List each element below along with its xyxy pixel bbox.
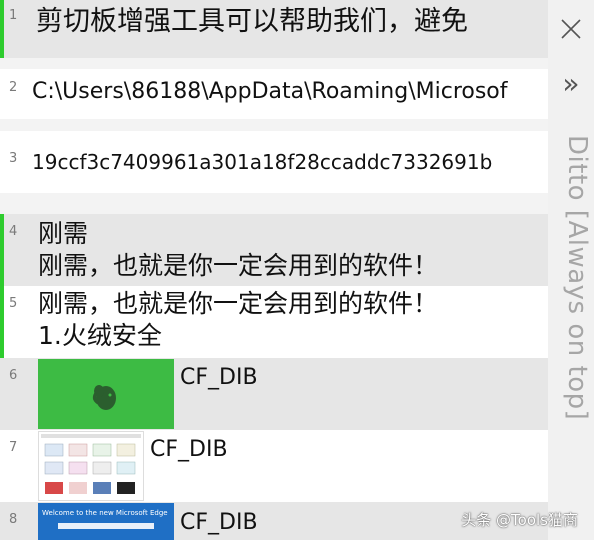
clip-format-label: CF_DIB bbox=[150, 437, 228, 462]
expand-button[interactable]: » bbox=[548, 58, 594, 108]
screenshot-preview-icon bbox=[41, 434, 141, 494]
clip-text: 19ccf3c7409961a301a18f28ccaddc7332691b bbox=[32, 150, 493, 174]
clip-row-5[interactable]: 5 刚需，也就是你一定会用到的软件！ 1.火绒安全 bbox=[0, 286, 548, 358]
clip-list: 1 剪切板增强工具可以帮助我们，避免 2 C:\Users\86188\AppD… bbox=[0, 0, 548, 540]
clip-text-line: 刚需 bbox=[38, 219, 89, 248]
clip-number: 7 bbox=[9, 440, 18, 455]
evernote-elephant-icon bbox=[92, 385, 116, 410]
clip-number: 8 bbox=[9, 512, 18, 527]
clip-row-7[interactable]: 7 CF_DIB bbox=[0, 430, 548, 502]
image-thumbnail bbox=[38, 431, 144, 501]
accent-bar bbox=[0, 0, 4, 58]
close-icon bbox=[561, 19, 581, 39]
row-gutter: 5 bbox=[0, 286, 24, 358]
accent-bar bbox=[0, 214, 4, 286]
clip-text-block: 刚需，也就是你一定会用到的软件！ 1.火绒安全 bbox=[24, 286, 548, 352]
clip-row-6[interactable]: 6 CF_DIB bbox=[0, 358, 548, 430]
row-gutter: 3 bbox=[0, 131, 24, 193]
clip-text-line: 1.火绒安全 bbox=[38, 321, 162, 350]
clip-text-block: 刚需 刚需，也就是你一定会用到的软件！ bbox=[24, 214, 548, 282]
clip-row-4[interactable]: 4 刚需 刚需，也就是你一定会用到的软件！ bbox=[0, 214, 548, 286]
clip-number: 5 bbox=[9, 296, 18, 311]
row-gutter: 6 bbox=[0, 358, 24, 430]
clip-number: 4 bbox=[9, 224, 18, 239]
row-gutter: 4 bbox=[0, 214, 24, 286]
clip-text-line: 刚需，也就是你一定会用到的软件！ bbox=[38, 251, 439, 280]
image-thumbnail bbox=[38, 359, 174, 429]
clip-format-label: CF_DIB bbox=[180, 365, 258, 390]
thumbnail-bar bbox=[58, 523, 154, 529]
clip-text: C:\Users\86188\AppData\Roaming\Microsof bbox=[32, 79, 508, 104]
thumbnail-caption: Welcome to the new Microsoft Edge bbox=[42, 509, 168, 517]
clip-row-3[interactable]: 3 19ccf3c7409961a301a18f28ccaddc7332691b bbox=[0, 131, 548, 193]
clip-number: 6 bbox=[9, 368, 18, 383]
accent-bar bbox=[0, 286, 4, 358]
clip-text-line: 刚需，也就是你一定会用到的软件！ bbox=[38, 289, 439, 318]
window-title: Ditto [Always on top] bbox=[562, 135, 592, 421]
close-button[interactable] bbox=[548, 0, 594, 58]
clip-number: 1 bbox=[9, 8, 18, 23]
clip-number: 3 bbox=[9, 151, 18, 166]
double-chevron-right-icon: » bbox=[562, 66, 580, 100]
row-gutter: 8 bbox=[0, 502, 24, 540]
clip-text: 剪切板增强工具可以帮助我们，避免 bbox=[36, 6, 468, 37]
clip-row-1[interactable]: 1 剪切板增强工具可以帮助我们，避免 bbox=[0, 0, 548, 58]
clip-format-label: CF_DIB bbox=[180, 510, 258, 535]
watermark: 头条 @Tools猫商 bbox=[461, 511, 578, 529]
row-gutter: 7 bbox=[0, 430, 24, 502]
clip-row-2[interactable]: 2 C:\Users\86188\AppData\Roaming\Microso… bbox=[0, 69, 548, 119]
row-gutter: 1 bbox=[0, 0, 24, 58]
clip-number: 2 bbox=[9, 80, 18, 95]
image-thumbnail: Welcome to the new Microsoft Edge bbox=[38, 503, 174, 540]
row-gutter: 2 bbox=[0, 69, 24, 119]
